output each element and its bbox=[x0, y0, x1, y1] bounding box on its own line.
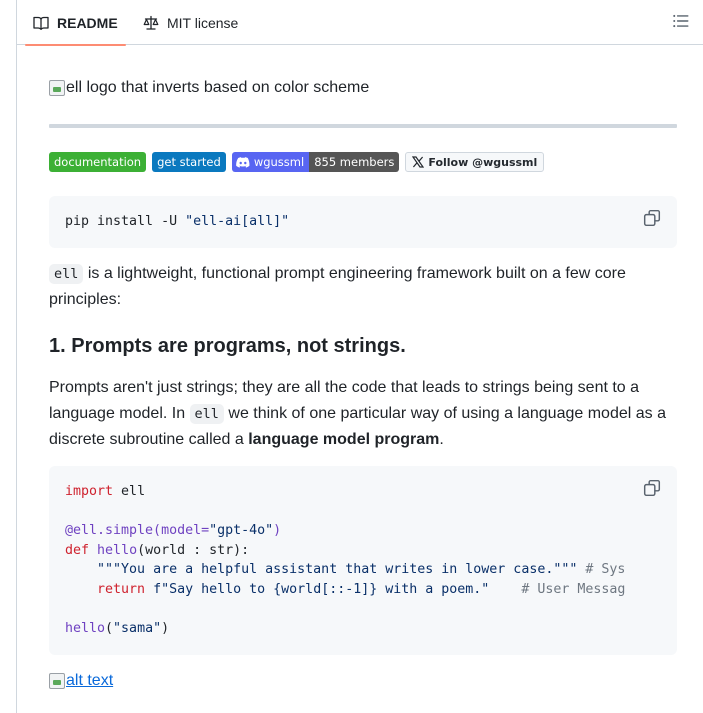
install-code-block: pip install -U "ell-ai[all]" bbox=[49, 196, 677, 248]
broken-image-icon bbox=[49, 80, 65, 96]
code-text: ell bbox=[113, 484, 146, 499]
code-paren: ) bbox=[161, 621, 170, 637]
logo-image-broken: ell logo that inverts based on color sch… bbox=[49, 79, 369, 97]
code-docstring: """You are a helpful assistant that writ… bbox=[97, 562, 578, 578]
code-arg: model= bbox=[161, 523, 210, 539]
copy-icon bbox=[643, 479, 661, 497]
code-paren: ( bbox=[105, 621, 114, 637]
book-icon bbox=[33, 16, 49, 30]
section-heading: 1. Prompts are programs, not strings. bbox=[49, 335, 406, 357]
code-text: (world : str): bbox=[137, 542, 250, 558]
copy-example-button[interactable] bbox=[643, 479, 661, 497]
intro-paragraph: ell is a lightweight, functional prompt … bbox=[49, 261, 677, 313]
install-cmd-prefix: pip install -U bbox=[65, 214, 186, 229]
alt-text-image-link[interactable]: alt text bbox=[49, 672, 113, 690]
code-string: "sama" bbox=[113, 621, 162, 637]
code-function: hello bbox=[97, 542, 138, 558]
code-string: "gpt-4o" bbox=[209, 523, 274, 539]
list-icon bbox=[673, 14, 689, 28]
tab-readme[interactable]: README bbox=[25, 0, 126, 46]
install-cmd-string: "ell-ai[all]" bbox=[185, 214, 290, 229]
para2-part3: . bbox=[439, 431, 444, 448]
readme-tabbar: README MIT license bbox=[17, 0, 703, 46]
inline-code-ell-2: ell bbox=[189, 404, 224, 424]
code-decorator: @ell.simple( bbox=[65, 523, 162, 539]
scale-icon bbox=[143, 15, 159, 30]
readme-panel: README MIT license ell logo that inverts… bbox=[16, 0, 703, 713]
badge-row: documentation get started wgussml 855 me… bbox=[49, 152, 545, 172]
discord-badge-members: 855 members bbox=[309, 152, 400, 172]
documentation-badge-label: documentation bbox=[54, 155, 142, 169]
code-function: hello bbox=[65, 621, 106, 637]
para2-bold: language model program bbox=[248, 431, 440, 448]
example-code-block: import ell @ell.simple(model="gpt-4o") d… bbox=[49, 466, 677, 655]
discord-badge[interactable]: wgussml 855 members bbox=[231, 152, 400, 172]
x-follow-badge[interactable]: Follow @wgussml bbox=[405, 152, 545, 172]
code-fstring: f"Say hello to {world[::-1]} with a poem… bbox=[145, 581, 490, 597]
tab-readme-label: README bbox=[57, 14, 118, 31]
alt-text-label: alt text bbox=[66, 672, 114, 689]
x-logo-icon bbox=[412, 156, 425, 168]
broken-image-icon bbox=[49, 673, 65, 689]
code-comment: # User Messag bbox=[489, 581, 626, 597]
documentation-badge[interactable]: documentation bbox=[49, 152, 147, 172]
table-of-contents-button[interactable] bbox=[672, 12, 692, 32]
discord-badge-left: wgussml bbox=[231, 152, 310, 172]
logo-alt-text: ell logo that inverts based on color sch… bbox=[66, 79, 370, 96]
code-keyword: import bbox=[65, 484, 114, 499]
install-code: pip install -U "ell-ai[all]" bbox=[49, 196, 677, 248]
example-code: import ell @ell.simple(model="gpt-4o") d… bbox=[49, 466, 677, 655]
code-paren: ) bbox=[273, 523, 282, 539]
get-started-badge[interactable]: get started bbox=[152, 152, 226, 172]
discord-badge-name: wgussml bbox=[253, 155, 305, 169]
get-started-badge-label: get started bbox=[157, 155, 221, 169]
inline-code-ell: ell bbox=[49, 264, 84, 284]
copy-install-button[interactable] bbox=[643, 209, 661, 227]
horizontal-rule bbox=[49, 124, 677, 128]
x-follow-badge-label: Follow @wgussml bbox=[428, 155, 538, 169]
intro-text: is a lightweight, functional prompt engi… bbox=[49, 265, 626, 308]
discord-icon bbox=[235, 156, 250, 168]
tab-license-label: MIT license bbox=[167, 14, 239, 31]
code-keyword: def bbox=[65, 542, 90, 558]
copy-icon bbox=[643, 209, 661, 227]
prompts-paragraph: Prompts aren't just strings; they are al… bbox=[49, 375, 677, 453]
code-keyword: return bbox=[97, 581, 146, 597]
tab-license[interactable]: MIT license bbox=[143, 0, 238, 45]
code-comment: # Sys bbox=[577, 562, 626, 578]
